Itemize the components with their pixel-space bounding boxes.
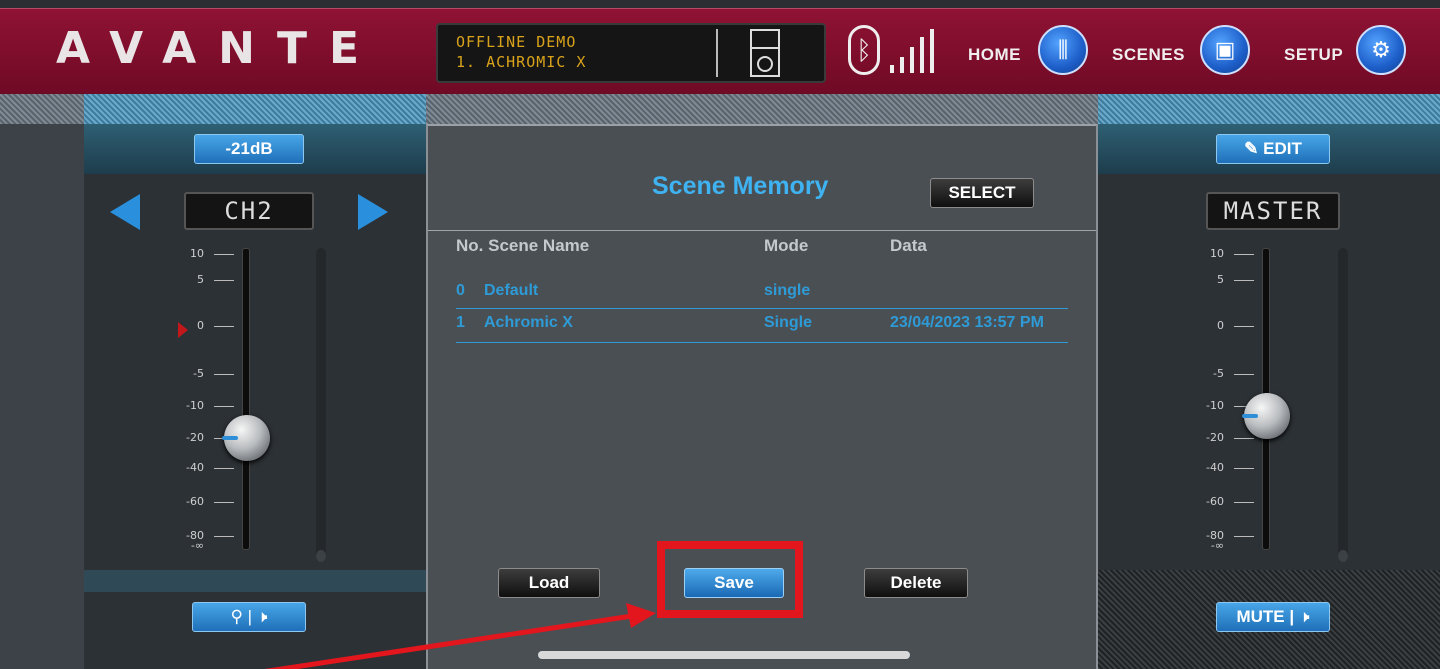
annotation-arrow (264, 603, 656, 669)
right-edge (1440, 0, 1450, 669)
app-window: AVANTE OFFLINE DEMO 1. ACHROMIC X ᛒ HOME… (0, 0, 1450, 669)
home-indicator[interactable] (538, 651, 910, 659)
